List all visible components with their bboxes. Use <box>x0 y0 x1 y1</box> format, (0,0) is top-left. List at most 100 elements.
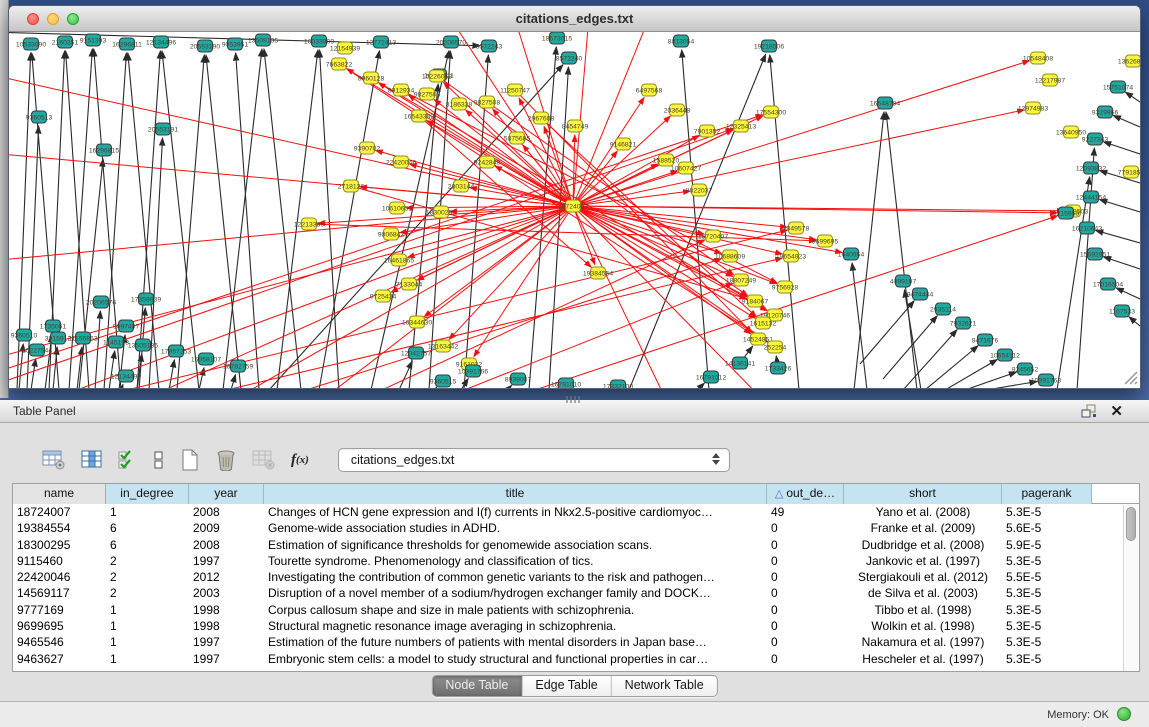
graph-node-label: 17332100 <box>603 383 633 388</box>
table-cell: 5.9E-5 <box>1002 537 1092 553</box>
table-cell: 9777169 <box>13 602 106 618</box>
table-cell: 1 <box>106 602 189 618</box>
network-window-titlebar[interactable]: citations_edges.txt <box>9 6 1140 32</box>
table-cell: 0 <box>767 553 844 569</box>
graph-node-label: 20553191 <box>148 126 178 133</box>
new-table-icon[interactable] <box>180 449 200 471</box>
table-cell: 0 <box>767 569 844 585</box>
network-view[interactable]: 1053309021603519151393162968111213449620… <box>9 32 1140 388</box>
table-cell: 2 <box>106 585 189 601</box>
graph-node-label: 14136141 <box>725 360 755 367</box>
citation-edge-black <box>1116 288 1140 299</box>
desktop-background: citations_edges.txt 10533090216035191513… <box>0 0 1149 400</box>
tab-edge-table[interactable]: Edge Table <box>522 676 611 696</box>
graph-node-label: 19218506 <box>754 43 784 50</box>
graph-node-label: 12134496 <box>146 39 176 46</box>
citation-edge-red <box>449 206 573 339</box>
graph-node-label: 8912934 <box>388 87 415 94</box>
graph-node-label: 19654923 <box>776 253 806 260</box>
table-row[interactable]: 1456911722003Disruption of a novel membe… <box>13 585 1139 601</box>
graph-node-label: 8939007 <box>505 376 532 383</box>
table-cell: 5.5E-5 <box>1002 569 1092 585</box>
table-settings-icon[interactable] <box>42 450 66 470</box>
table-cell: 9463627 <box>13 651 106 667</box>
graph-node-label: 16210643 <box>1072 225 1102 232</box>
tab-node-table[interactable]: Node Table <box>432 676 522 696</box>
column-header-title[interactable]: title <box>264 484 767 504</box>
column-header-pagerank[interactable]: pagerank <box>1002 484 1092 504</box>
column-header-in_degree[interactable]: in_degree <box>106 484 189 504</box>
graph-node-label: 12772413 <box>366 39 396 46</box>
table-row[interactable]: 946362711997Embryonic stem cells: a mode… <box>13 651 1139 667</box>
panel-drag-handle-icon[interactable] <box>566 396 580 403</box>
close-panel-icon[interactable]: ✕ <box>1110 402 1123 420</box>
graph-node-label: 16296811 <box>112 41 142 48</box>
table-panel-header: Table Panel ✕ <box>0 400 1149 423</box>
table-source-select[interactable]: citations_edges.txt <box>338 448 730 472</box>
graph-node-label: 10391768 <box>1031 377 1061 384</box>
table-row[interactable]: 946554611997Estimation of the future num… <box>13 634 1139 650</box>
table-row[interactable]: 1938455462009Genome-wide association stu… <box>13 520 1139 536</box>
table-scrollbar-thumb[interactable] <box>1126 507 1136 541</box>
column-header-year[interactable]: year <box>189 484 264 504</box>
table-cell: 0 <box>767 634 844 650</box>
float-panel-icon[interactable] <box>1081 404 1097 419</box>
table-cell: Disruption of a novel member of a sodium… <box>264 585 767 601</box>
table-row[interactable]: 977716911998Corpus callosum shape and si… <box>13 602 1139 618</box>
graph-node-label: 252254 <box>764 344 787 351</box>
table-row[interactable]: 969969511998Structural magnetic resonanc… <box>13 618 1139 634</box>
citation-edge-black <box>199 368 204 388</box>
memory-status-indicator[interactable] <box>1117 707 1131 721</box>
table-row[interactable]: 1830029562008Estimation of significance … <box>13 537 1139 553</box>
table-cell: 49 <box>767 504 844 520</box>
table-type-tabs: Node TableEdge TableNetwork Table <box>431 675 717 697</box>
select-rows-icon[interactable] <box>118 450 138 470</box>
table-cell: 1 <box>106 634 189 650</box>
graph-node-label: 13163442 <box>428 343 458 350</box>
column-header-out_de[interactable]: △out_de… <box>767 484 844 504</box>
graph-node-label: 1733426 <box>765 365 792 372</box>
citation-edge-red <box>391 206 573 292</box>
graph-node-label: 10607427 <box>671 165 701 172</box>
table-cell: 5.3E-5 <box>1002 553 1092 569</box>
graph-node-label: 19384554 <box>583 270 613 277</box>
graph-node-label: 1588520 <box>653 157 680 164</box>
graph-node-label: 5875685 <box>504 135 531 142</box>
graph-node-label: 8471676 <box>972 337 999 344</box>
graph-node-label: 17554300 <box>756 109 786 116</box>
table-cell: Corpus callosum shape and size in male p… <box>264 602 767 618</box>
table-source-value: citations_edges.txt <box>351 453 455 467</box>
graph-node-label: 6497568 <box>636 87 663 94</box>
network-canvas[interactable]: 1053309021603519151393162968111213449620… <box>9 32 1140 388</box>
table-cell: 6 <box>106 537 189 553</box>
graph-node-label: 2849578 <box>783 225 810 232</box>
table-row[interactable]: 1872400712008Changes of HCN gene express… <box>13 504 1139 520</box>
node-table: namein_degreeyeartitle△out_de…shortpager… <box>12 483 1140 672</box>
graph-node-label: 8813054 <box>668 38 695 45</box>
table-cell: 2012 <box>189 569 264 585</box>
graph-node-label: 9390702 <box>354 145 381 152</box>
resize-grip-icon[interactable] <box>1125 372 1137 384</box>
row-height-icon[interactable] <box>153 450 165 470</box>
graph-node-label: 2967608 <box>528 115 555 122</box>
graph-node-label: 16033809 <box>304 38 334 45</box>
graph-node-label: 15720407 <box>698 233 728 240</box>
table-row[interactable]: 911546021997Tourette syndrome. Phenomeno… <box>13 553 1139 569</box>
graph-node-label: 12213369 <box>294 221 324 228</box>
function-builder-icon[interactable]: f(x) <box>291 452 309 469</box>
citation-edge-red <box>573 61 1029 206</box>
delete-table-icon[interactable] <box>215 449 237 471</box>
show-columns-icon[interactable] <box>81 450 103 470</box>
table-cell: 0 <box>767 537 844 553</box>
table-scrollbar[interactable] <box>1123 505 1138 671</box>
graph-node-label: 9827503 <box>414 91 441 98</box>
graph-node-label: 13509135 <box>248 37 278 44</box>
tab-network-table[interactable]: Network Table <box>612 676 717 696</box>
table-cell: 1997 <box>189 634 264 650</box>
table-cell: Embryonic stem cells: a model to study s… <box>264 651 767 667</box>
table-cell: 6 <box>106 520 189 536</box>
column-header-name[interactable]: name <box>13 484 106 504</box>
citation-edge-black <box>507 385 512 388</box>
table-row[interactable]: 2242004622012Investigating the contribut… <box>13 569 1139 585</box>
column-header-short[interactable]: short <box>844 484 1002 504</box>
